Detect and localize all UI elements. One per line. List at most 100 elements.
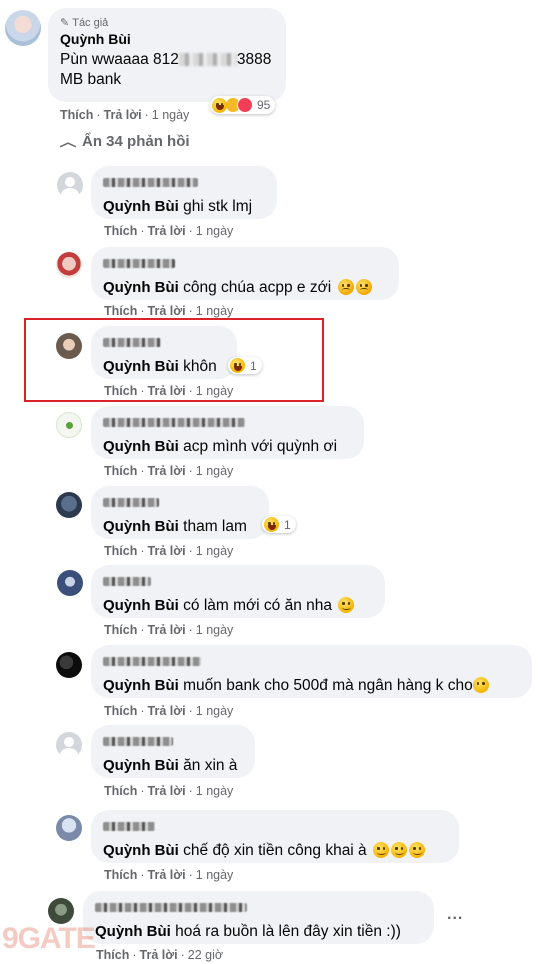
neutral-emoji-icon <box>472 677 489 693</box>
comment-time[interactable]: 22 giờ <box>188 948 223 962</box>
reply-reaction-summary[interactable]: 1 <box>262 516 296 533</box>
reply-bubble: Quỳnh Bùi có làm mới có ăn nha <box>91 565 385 618</box>
reply-avatar[interactable] <box>56 492 82 518</box>
reply-bubble: Quỳnh Bùi muốn bank cho 500đ mà ngân hàn… <box>91 645 532 698</box>
like-link[interactable]: Thích <box>96 948 129 962</box>
author-badge: ✎ Tác giả <box>60 16 109 30</box>
comment-time[interactable]: 1 ngày <box>196 623 234 637</box>
reply-link[interactable]: Trả lời <box>148 623 186 637</box>
reply-link[interactable]: Trả lời <box>148 224 186 238</box>
reply-link[interactable]: Trả lời <box>140 948 178 962</box>
smile-emoji-icon <box>391 842 407 858</box>
like-link[interactable]: Thích <box>104 544 137 558</box>
reply-actions: Thích · Trả lời · 1 ngày <box>104 868 234 882</box>
sad-emoji-icon <box>355 279 372 295</box>
love-reaction-icon <box>237 97 253 113</box>
reply-actions: Thích · Trả lời · 1 ngày <box>104 464 234 478</box>
mention-link[interactable]: Quỳnh Bùi <box>103 198 179 215</box>
mention-link[interactable]: Quỳnh Bùi <box>95 923 171 940</box>
comment-time[interactable]: 1 ngày <box>196 544 234 558</box>
reply-link[interactable]: Trả lời <box>148 704 186 718</box>
reply-link[interactable]: Trả lời <box>148 544 186 558</box>
comment-time[interactable]: 1 ngày <box>196 304 234 318</box>
author-comment-actions: Thích · Trả lời · 1 ngày <box>60 108 190 122</box>
sad-emoji-icon <box>337 279 354 295</box>
haha-reaction-icon <box>264 517 279 532</box>
reply-bubble: Quỳnh Bùi ăn xin à <box>91 725 255 778</box>
reply-avatar[interactable] <box>57 570 83 596</box>
author-comment-bubble: ✎ Tác giả Quỳnh Bùi Pùn wwaaaa 812 3888 M… <box>48 8 286 102</box>
mention-link[interactable]: Quỳnh Bùi <box>103 677 179 694</box>
mention-link[interactable]: Quỳnh Bùi <box>103 279 179 296</box>
blurred-commenter-name[interactable] <box>95 903 247 912</box>
blurred-commenter-name[interactable] <box>103 577 151 586</box>
like-link[interactable]: Thích <box>104 868 137 882</box>
blurred-commenter-name[interactable] <box>103 498 159 507</box>
reply-bubble: Quỳnh Bùi acp mình với quỳnh ơi <box>91 406 364 459</box>
watermark-logo: 9GATE <box>2 922 96 955</box>
reply-avatar[interactable] <box>56 732 82 758</box>
haha-reaction-icon <box>212 97 227 113</box>
more-options-button[interactable]: ... <box>447 906 463 924</box>
reply-link[interactable]: Trả lời <box>148 868 186 882</box>
like-link[interactable]: Thích <box>104 304 137 318</box>
mention-link[interactable]: Quỳnh Bùi <box>103 597 179 614</box>
reply-actions: Thích · Trả lời · 22 giờ <box>96 948 224 962</box>
author-comment-text: Pùn wwaaaa 812 3888 MB bank <box>60 51 272 88</box>
blurred-commenter-name[interactable] <box>103 178 198 187</box>
blurred-commenter-name[interactable] <box>103 737 173 746</box>
like-link[interactable]: Thích <box>60 108 93 122</box>
smile-emoji-icon <box>373 842 389 858</box>
comment-time[interactable]: 1 ngày <box>152 108 190 122</box>
like-link[interactable]: Thích <box>104 623 137 637</box>
mention-link[interactable]: Quỳnh Bùi <box>103 757 179 774</box>
smile-emoji-icon <box>338 597 355 613</box>
reply-actions: Thích · Trả lời · 1 ngày <box>104 224 234 238</box>
reply-actions: Thích · Trả lời · 1 ngày <box>104 304 234 318</box>
reply-actions: Thích · Trả lời · 1 ngày <box>104 544 234 558</box>
reply-link[interactable]: Trả lời <box>148 304 186 318</box>
blurred-commenter-name[interactable] <box>103 418 245 427</box>
censored-digits <box>178 53 237 66</box>
author-reaction-summary[interactable]: 95 <box>210 96 276 114</box>
smile-emoji-icon <box>409 842 425 858</box>
reply-link[interactable]: Trả lời <box>104 108 142 122</box>
blurred-commenter-name[interactable] <box>103 657 201 666</box>
reply-avatar[interactable] <box>57 172 83 198</box>
like-link[interactable]: Thích <box>104 784 137 798</box>
reply-bubble: Quỳnh Bùi ghi stk lmj <box>91 166 277 219</box>
reply-bubble: Quỳnh Bùi tham lam <box>91 486 269 539</box>
reply-avatar[interactable] <box>56 412 82 438</box>
reply-actions: Thích · Trả lời · 1 ngày <box>104 623 234 637</box>
reply-actions: Thích · Trả lời · 1 ngày <box>104 784 234 798</box>
reply-bubble: Quỳnh Bùi công chúa acpp e zới <box>91 247 399 300</box>
reply-bubble: Quỳnh Bùi chế độ xin tiền công khai à <box>91 810 459 863</box>
mention-link[interactable]: Quỳnh Bùi <box>103 842 179 859</box>
reply-link[interactable]: Trả lời <box>148 464 186 478</box>
comment-time[interactable]: 1 ngày <box>196 868 234 882</box>
reply-avatar[interactable] <box>56 252 82 278</box>
comment-time[interactable]: 1 ngày <box>196 704 234 718</box>
chevron-up-icon: ︿ <box>59 135 77 149</box>
reply-link[interactable]: Trả lời <box>148 784 186 798</box>
blurred-commenter-name[interactable] <box>103 822 155 831</box>
author-avatar[interactable] <box>5 10 41 46</box>
author-name[interactable]: Quỳnh Bùi <box>60 31 274 47</box>
comment-time[interactable]: 1 ngày <box>196 224 234 238</box>
like-link[interactable]: Thích <box>104 464 137 478</box>
hide-replies-toggle[interactable]: ︿ Ẩn 34 phản hồi <box>59 133 190 150</box>
pencil-icon: ✎ <box>60 17 70 29</box>
reply-bubble: Quỳnh Bùi hoá ra buồn là lên đây xin tiề… <box>83 891 434 944</box>
like-link[interactable]: Thích <box>104 224 137 238</box>
comment-time[interactable]: 1 ngày <box>196 784 234 798</box>
reply-avatar[interactable] <box>56 815 82 841</box>
like-link[interactable]: Thích <box>104 704 137 718</box>
comment-time[interactable]: 1 ngày <box>196 464 234 478</box>
highlight-box <box>24 318 324 402</box>
blurred-commenter-name[interactable] <box>103 259 175 268</box>
reply-actions: Thích · Trả lời · 1 ngày <box>104 704 234 718</box>
mention-link[interactable]: Quỳnh Bùi <box>103 438 179 455</box>
reply-avatar[interactable] <box>48 898 74 924</box>
mention-link[interactable]: Quỳnh Bùi <box>103 518 179 535</box>
reply-avatar[interactable] <box>56 652 82 678</box>
